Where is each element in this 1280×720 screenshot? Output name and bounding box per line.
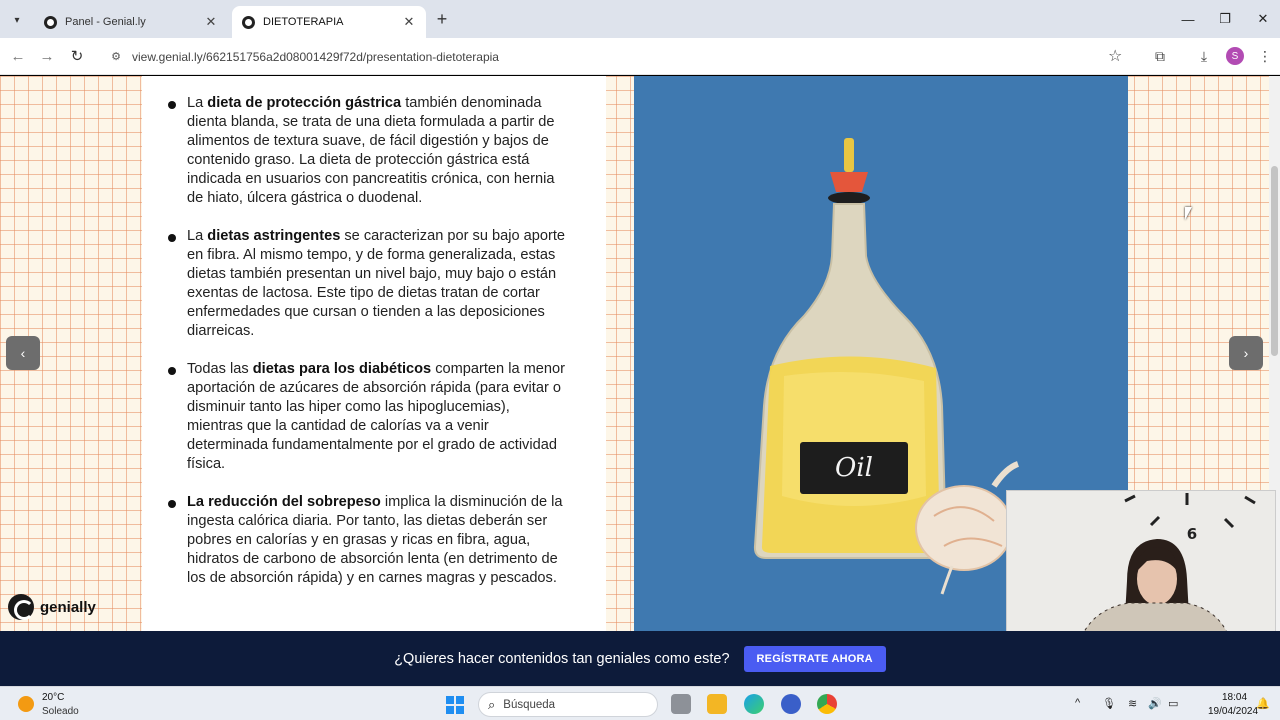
bookmark-star-icon[interactable]: ☆ xyxy=(1108,46,1122,66)
promo-banner: ¿Quieres hacer contenidos tan geniales c… xyxy=(0,631,1280,686)
clock-number: 6 xyxy=(1187,525,1197,543)
forward-arrow-icon[interactable]: → xyxy=(37,46,57,66)
weather-temperature[interactable]: 20°C xyxy=(42,692,64,703)
profile-avatar[interactable]: S xyxy=(1226,47,1244,65)
webcam-overlay: 6 xyxy=(1006,490,1276,642)
prev-slide-button[interactable]: ‹ xyxy=(6,336,40,370)
taskbar-search-input[interactable]: ⌕ Búsqueda xyxy=(478,692,658,717)
close-icon[interactable]: ✕ xyxy=(402,14,416,30)
bullet-text: La dietas astringentes se caracterizan p… xyxy=(187,228,566,339)
weather-description[interactable]: Soleado xyxy=(42,706,79,717)
microphone-icon[interactable]: 🎙 xyxy=(1102,697,1116,710)
next-slide-button[interactable]: › xyxy=(1229,336,1263,370)
brand-text: genially xyxy=(40,598,96,616)
bullet-text: La dieta de protección gástrica también … xyxy=(187,95,555,206)
edge-browser-icon[interactable] xyxy=(744,694,764,714)
notification-bell-icon[interactable]: 🔔 xyxy=(1256,697,1270,710)
close-icon[interactable]: ✕ xyxy=(204,14,218,30)
list-item: La reducción del sobrepeso implica la di… xyxy=(168,493,566,588)
site-info-icon[interactable]: ⚙ xyxy=(108,49,124,65)
new-tab-plus-icon[interactable]: + xyxy=(432,10,452,30)
scrollbar-thumb[interactable] xyxy=(1271,166,1278,356)
mouse-pointer-icon xyxy=(1185,207,1196,220)
browser-toolbar: ← → ↻ ⚙ view.genial.ly/662151756a2d08001… xyxy=(0,38,1280,75)
webcam-feed: 6 xyxy=(1007,491,1275,641)
sun-icon[interactable] xyxy=(18,696,34,712)
search-icon: ⌕ xyxy=(488,696,496,712)
windows-taskbar: 20°C Soleado ⌕ Búsqueda ^ 🎙 ≋ 🔊 ▭ 18:04 … xyxy=(0,686,1280,720)
windows-start-icon[interactable] xyxy=(446,696,464,714)
restore-icon[interactable]: ❐ xyxy=(1214,8,1236,30)
search-placeholder: Búsqueda xyxy=(503,698,556,711)
bullet-dot xyxy=(168,101,176,109)
wifi-icon[interactable]: ≋ xyxy=(1128,697,1137,710)
tab-panel-genially[interactable]: Panel - Genial.ly ✕ xyxy=(34,6,228,38)
window-close-icon[interactable]: ✕ xyxy=(1252,8,1274,30)
genially-favicon-icon xyxy=(242,15,255,29)
tray-chevron-up-icon[interactable]: ^ xyxy=(1075,697,1080,709)
file-explorer-icon[interactable] xyxy=(707,694,727,714)
promo-text: ¿Quieres hacer contenidos tan geniales c… xyxy=(394,650,730,667)
minimize-icon[interactable]: — xyxy=(1177,8,1199,30)
taskbar-date[interactable]: 19/04/2024 xyxy=(1208,706,1258,717)
tab-dietoterapia[interactable]: DIETOTERAPIA ✕ xyxy=(232,6,426,38)
tab-label: Panel - Genial.ly xyxy=(65,16,146,28)
genially-logo-icon xyxy=(8,594,34,620)
chrome-icon[interactable] xyxy=(817,694,837,714)
reload-icon[interactable]: ↻ xyxy=(67,46,87,66)
more-menu-icon[interactable]: ⋮ xyxy=(1256,47,1274,65)
browser-tab-bar: ▾ Panel - Genial.ly ✕ DIETOTERAPIA ✕ + —… xyxy=(0,0,1280,38)
bottle-label: Oil xyxy=(835,453,873,483)
address-bar[interactable]: ⚙ view.genial.ly/662151756a2d08001429f72… xyxy=(100,43,1140,70)
url-text[interactable]: view.genial.ly/662151756a2d08001429f72d/… xyxy=(132,50,499,64)
bullet-dot xyxy=(168,367,176,375)
back-arrow-icon[interactable]: ← xyxy=(8,46,28,66)
register-button[interactable]: REGÍSTRATE AHORA xyxy=(743,645,886,672)
bullet-dot xyxy=(168,234,176,242)
tab-search-chevron-icon[interactable]: ▾ xyxy=(6,9,28,31)
download-icon[interactable]: ⤓ xyxy=(1195,47,1213,65)
list-item: La dieta de protección gástrica también … xyxy=(168,94,566,208)
list-item: La dietas astringentes se caracterizan p… xyxy=(168,227,566,341)
slide-text-panel: La dieta de protección gástrica también … xyxy=(142,76,606,631)
battery-icon[interactable]: ▭ xyxy=(1168,697,1178,710)
bullet-dot xyxy=(168,500,176,508)
tab-label: DIETOTERAPIA xyxy=(263,16,344,28)
bullet-text: Todas las dietas para los diabéticos com… xyxy=(187,361,565,472)
list-item: Todas las dietas para los diabéticos com… xyxy=(168,360,566,474)
extensions-puzzle-icon[interactable]: ⧉ xyxy=(1151,47,1169,65)
app-icon[interactable] xyxy=(781,694,801,714)
genially-brand[interactable]: genially xyxy=(8,594,96,620)
task-view-icon[interactable] xyxy=(671,694,691,714)
genially-favicon-icon xyxy=(44,15,57,29)
bullet-text: La reducción del sobrepeso implica la di… xyxy=(187,494,563,586)
volume-icon[interactable]: 🔊 xyxy=(1148,697,1162,710)
taskbar-time[interactable]: 18:04 xyxy=(1222,692,1247,703)
